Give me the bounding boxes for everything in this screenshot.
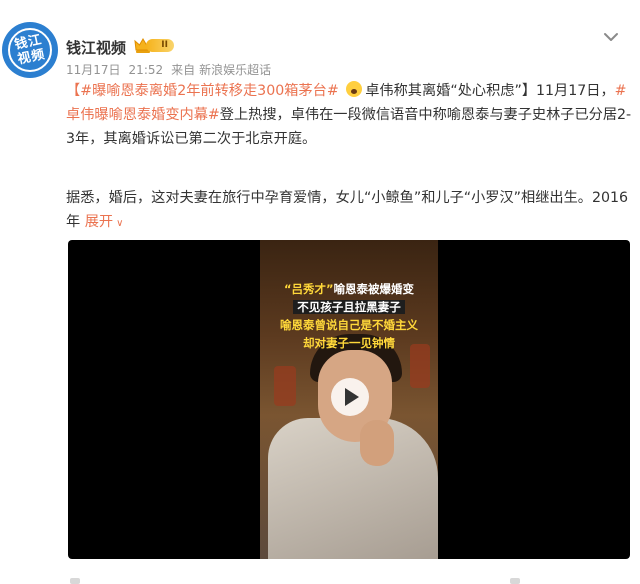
caption-text: 不见孩子且拉黑妻子 xyxy=(293,300,405,314)
expand-label: 展开 xyxy=(84,214,114,230)
hashtag-link-1[interactable]: #曝喻恩泰离婚2年前转移走300箱茅台# xyxy=(80,83,339,99)
bracket-open: 【 xyxy=(66,83,81,99)
toolbar-hint-icon xyxy=(510,578,520,584)
weibo-post: 钱江 视频 钱江视频 II 11月17日 21:52 来自 新浪娱乐超话 【#曝喻恩泰… xyxy=(0,0,640,584)
post-text-paragraph-1: 【#曝喻恩泰离婚2年前转移走300箱茅台# 卓伟称其离婚“处心积虑”】11月17… xyxy=(66,79,636,151)
post-source[interactable]: 新浪娱乐超话 xyxy=(199,63,271,77)
video-caption-1: “吕秀才”喻恩泰被爆婚变 xyxy=(260,280,438,298)
post-body-text-2: 据悉，婚后，这对夫妻在旅行中孕育爱情，女儿“小鲸鱼”和儿子“小罗汉”相继出生。2… xyxy=(66,190,629,230)
background-lantern xyxy=(274,366,296,406)
vip-level: II xyxy=(146,39,174,52)
author-name[interactable]: 钱江视频 xyxy=(66,37,126,58)
avatar-logo-text: 钱江 视频 xyxy=(13,32,47,68)
post-text-paragraph-2: 据悉，婚后，这对夫妻在旅行中孕育爱情，女儿“小鲸鱼”和儿子“小罗汉”相继出生。2… xyxy=(66,186,636,236)
figure-hand xyxy=(360,420,394,466)
video-caption-4: 却对妻子一见钟情 xyxy=(303,336,395,350)
video-caption-3: 喻恩泰曾说自己是不婚主义 xyxy=(280,318,418,332)
avatar[interactable]: 钱江 视频 xyxy=(2,22,58,78)
caption-rest: 喻恩泰被爆婚变 xyxy=(333,282,415,296)
post-meta: 11月17日 21:52 来自 新浪娱乐超话 xyxy=(66,61,279,78)
emoji-icon xyxy=(346,81,363,97)
video-player[interactable]: “吕秀才”喻恩泰被爆婚变 不见孩子且拉黑妻子 喻恩泰曾说自己是不婚主义 却对妻子… xyxy=(68,240,630,559)
post-time[interactable]: 21:52 xyxy=(129,63,164,77)
bracket-close-date: 】11月17日， xyxy=(521,83,615,99)
vip-badge[interactable]: II xyxy=(134,37,174,54)
chevron-down-icon: ∨ xyxy=(116,218,124,229)
chevron-down-icon[interactable] xyxy=(602,30,620,44)
source-prefix: 来自 xyxy=(171,63,196,77)
hot-search-topic[interactable]: 卓伟称其离婚“处心积虑” xyxy=(365,83,522,99)
toolbar-hint-icon xyxy=(70,578,80,584)
play-icon[interactable] xyxy=(331,378,369,416)
expand-link[interactable]: 展开 ∨ xyxy=(85,214,124,230)
video-caption-2: 不见孩子且拉黑妻子 xyxy=(260,298,438,316)
post-date[interactable]: 11月17日 xyxy=(66,63,121,77)
caption-quote: “吕秀才” xyxy=(283,282,334,296)
